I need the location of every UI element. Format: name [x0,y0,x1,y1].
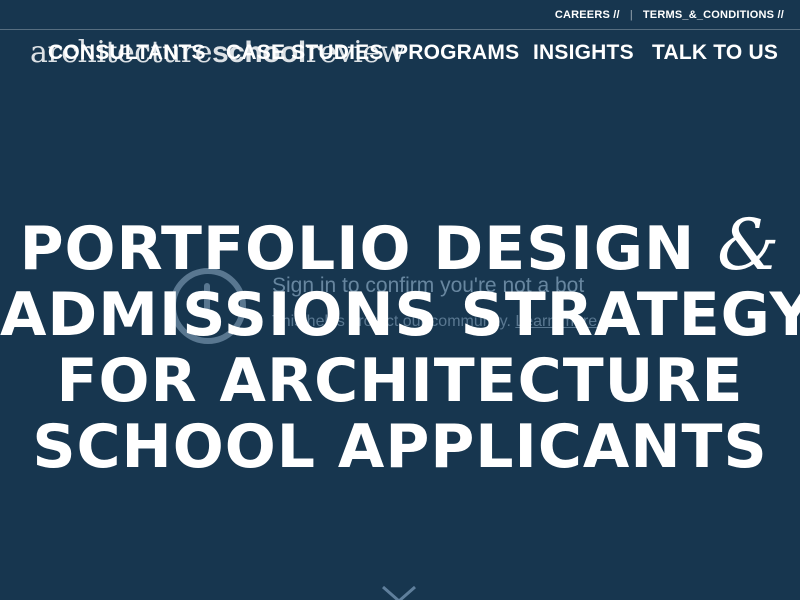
utility-links: CAREERS // | TERMS_&_CONDITIONS // [555,9,784,21]
ampersand: & [717,204,781,286]
utility-separator: | [629,9,633,21]
nav-item-talk-to-us[interactable]: TALK TO US [652,40,778,66]
hero-headline: PORTFOLIO DESIGN & ADMISSIONS STRATEGY F… [0,210,800,482]
terms-link-label: TERMS_&_CONDITIONS [642,9,775,21]
hero-line-2: ADMISSIONS STRATEGY [0,280,800,350]
hero-line-1-text: PORTFOLIO DESIGN [19,214,696,284]
hero-line-4: SCHOOL APPLICANTS [32,412,768,482]
terms-link[interactable]: TERMS_&_CONDITIONS // [643,9,784,21]
careers-link-suffix: // [613,9,620,21]
careers-link[interactable]: CAREERS // [555,9,620,21]
terms-link-suffix: // [777,9,784,21]
careers-link-label: CAREERS [554,9,611,21]
hero-line-1: PORTFOLIO DESIGN & [0,210,800,284]
utility-bar: CAREERS // | TERMS_&_CONDITIONS // [0,0,800,30]
chevron-down-icon[interactable] [380,584,418,600]
nav-item-consultants[interactable]: CONSULTANTS [48,40,206,66]
nav-item-case-studies[interactable]: CASE STUDIES [226,40,384,66]
nav-item-programs[interactable]: PROGRAMS [394,40,519,66]
main-nav: CONSULTANTS CASE STUDIES PROGRAMS INSIGH… [0,40,800,68]
hero-line-3: FOR ARCHITECTURE [56,346,744,416]
nav-item-insights[interactable]: INSIGHTS [533,40,634,66]
